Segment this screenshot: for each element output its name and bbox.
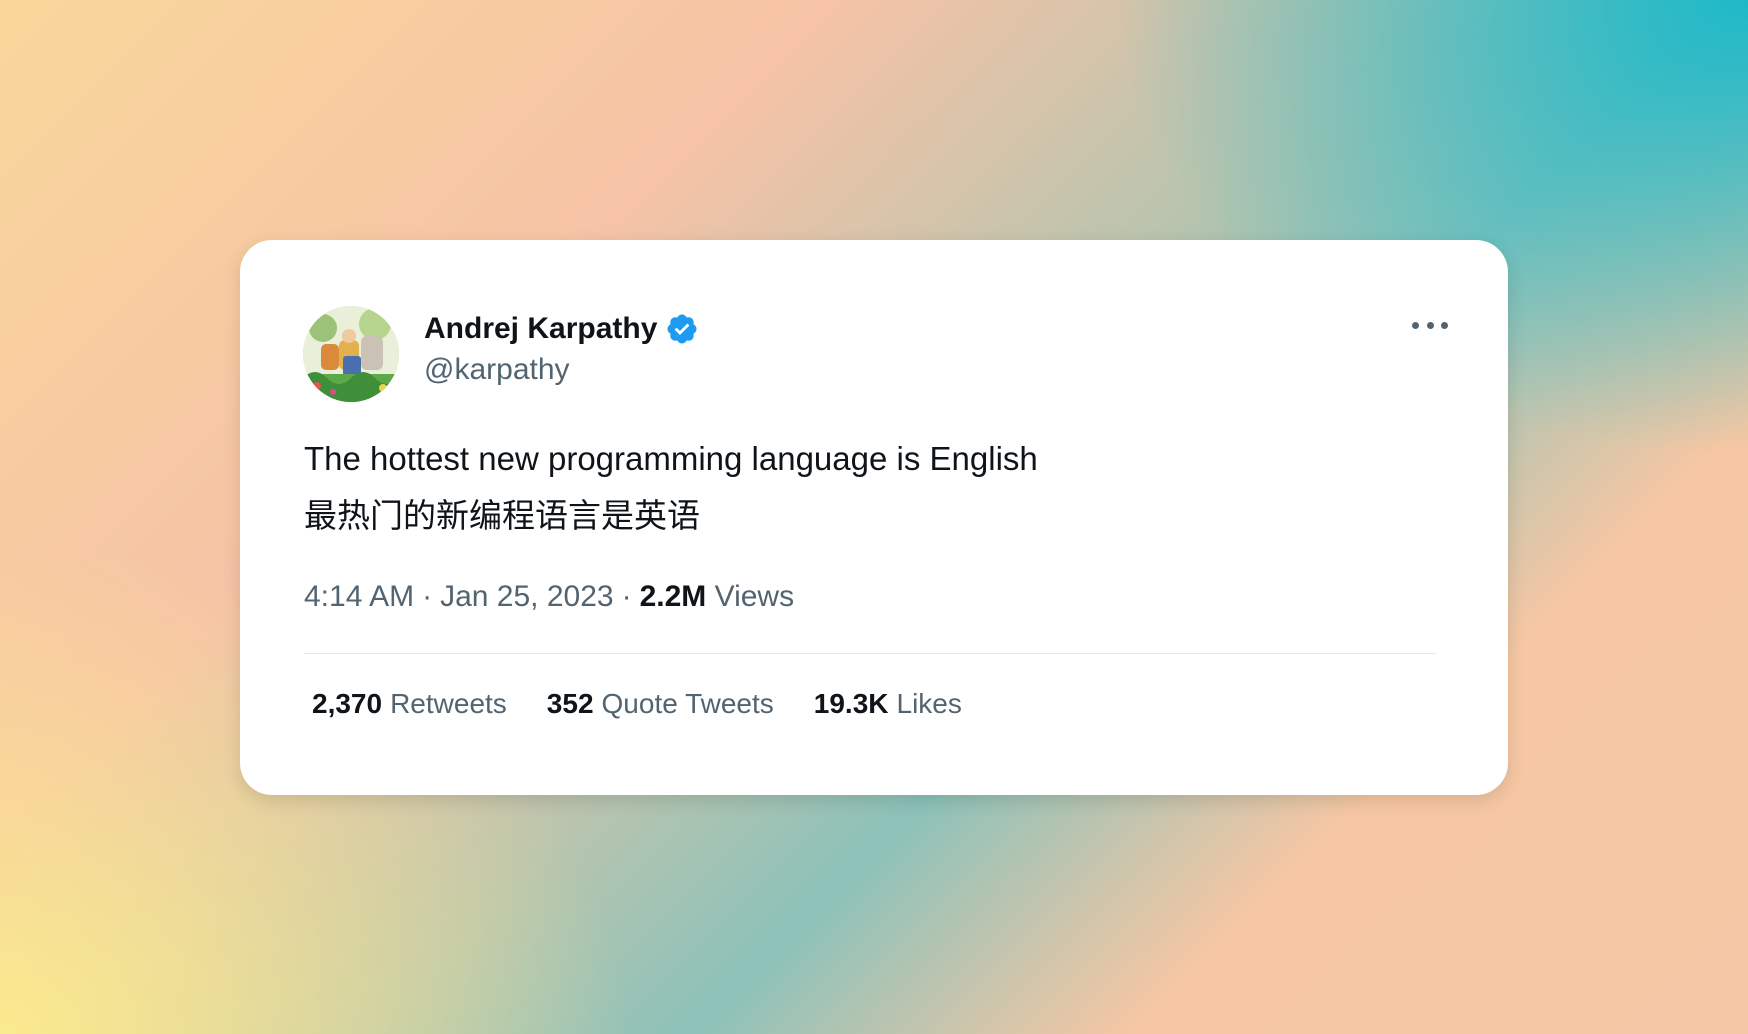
divider	[304, 653, 1436, 654]
tweet-text: The hottest new programming language is …	[304, 430, 1444, 544]
quote-tweets-label: Quote Tweets	[601, 688, 774, 719]
likes-label: Likes	[896, 688, 962, 719]
retweets-stat[interactable]: 2,370 Retweets	[312, 688, 507, 720]
more-horizontal-icon-dot	[1426, 321, 1434, 329]
more-horizontal-icon	[1412, 321, 1419, 329]
engagement-stats: 2,370 Retweets 352 Quote Tweets 19.3K Likes	[312, 688, 962, 720]
tweet-text-line: 最热门的新编程语言是英语	[304, 497, 700, 534]
likes-count: 19.3K	[813, 688, 889, 719]
avatar[interactable]	[303, 306, 399, 402]
views-count: 2.2M	[639, 580, 707, 613]
meta-separator: ·	[422, 580, 433, 613]
tweet-date[interactable]: Jan 25, 2023	[440, 580, 613, 613]
views-label: Views	[714, 580, 795, 613]
retweets-count: 2,370	[312, 688, 383, 719]
more-horizontal-icon-dot	[1441, 321, 1448, 329]
retweets-label: Retweets	[390, 688, 507, 719]
author-handle[interactable]: @karpathy	[424, 353, 570, 387]
verified-badge-icon	[667, 314, 697, 344]
more-options-button[interactable]	[1412, 316, 1448, 334]
avatar-illustration	[303, 306, 399, 402]
tweet-time[interactable]: 4:14 AM	[304, 580, 414, 613]
author-name[interactable]: Andrej Karpathy	[424, 312, 657, 346]
likes-stat[interactable]: 19.3K Likes	[814, 688, 962, 720]
author-name-row: Andrej Karpathy	[424, 312, 699, 346]
tweet-text-line: The hottest new programming language is …	[304, 440, 1038, 477]
meta-separator: ·	[621, 580, 632, 613]
quote-tweets-stat[interactable]: 352 Quote Tweets	[547, 688, 774, 720]
quote-tweets-count: 352	[546, 688, 594, 719]
tweet-meta: 4:14 AM · Jan 25, 2023 · 2.2M Views	[304, 580, 794, 614]
tweet-card: Andrej Karpathy @karpathy The hottest ne…	[240, 240, 1508, 795]
